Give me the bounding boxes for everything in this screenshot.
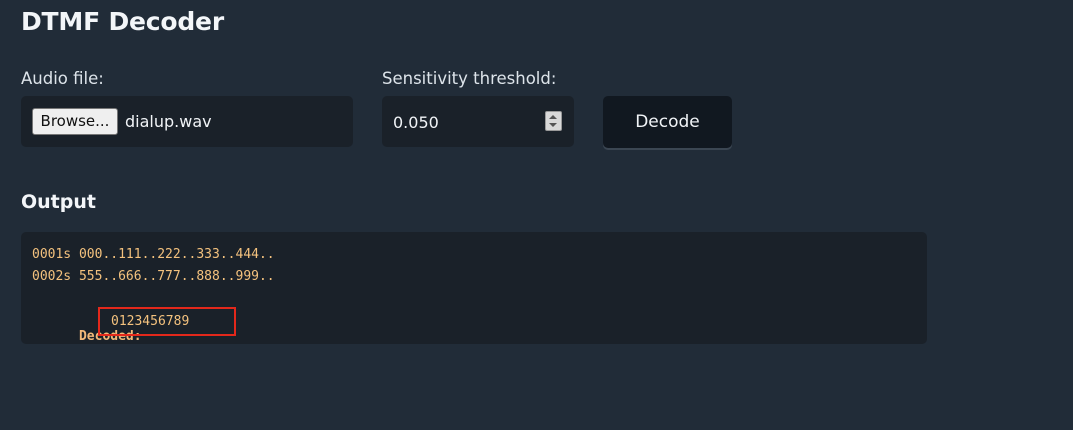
highlight-annotation-box xyxy=(98,307,236,336)
selected-file-name: dialup.wav xyxy=(125,112,212,131)
number-spinner-icon[interactable] xyxy=(545,111,562,131)
audio-file-input[interactable]: Browse... dialup.wav xyxy=(21,96,353,147)
browse-button[interactable]: Browse... xyxy=(32,108,118,135)
output-line: 0002s 555..666..777..888..999.. xyxy=(32,269,275,284)
audio-file-label: Audio file: xyxy=(21,69,104,88)
threshold-input[interactable]: 0.050 xyxy=(382,96,574,147)
spin-down-icon[interactable] xyxy=(549,123,557,127)
threshold-label: Sensitivity threshold: xyxy=(382,69,557,88)
page-title: DTMF Decoder xyxy=(21,7,224,36)
output-heading: Output xyxy=(21,191,96,213)
threshold-value: 0.050 xyxy=(393,113,439,132)
spin-up-icon[interactable] xyxy=(549,115,557,119)
page: DTMF Decoder Audio file: Browse... dialu… xyxy=(0,0,1073,430)
output-line: 0001s 000..111..222..333..444.. xyxy=(32,247,275,262)
decode-button[interactable]: Decode xyxy=(603,96,732,148)
